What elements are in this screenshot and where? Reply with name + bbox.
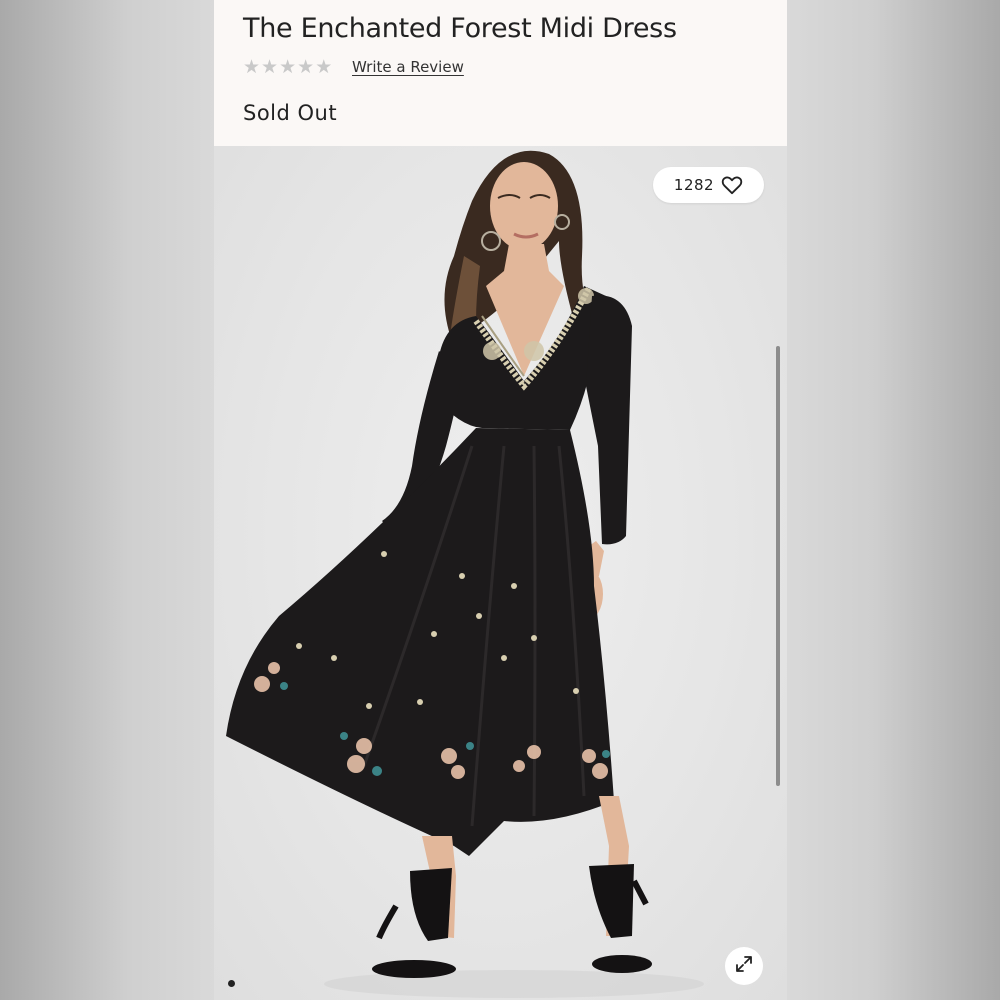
carousel-indicator-dot[interactable] [228,980,235,987]
availability-status: Sold Out [243,101,338,125]
expand-image-button[interactable] [725,947,763,985]
star-icon: ★ [297,56,315,78]
write-review-link[interactable]: Write a Review [352,58,464,76]
product-header: The Enchanted Forest Midi Dress ★ ★ ★ ★ ★ Wr… [214,0,787,146]
product-title: The Enchanted Forest Midi Dress [243,13,677,44]
heart-outline-icon [721,175,743,195]
product-page: The Enchanted Forest Midi Dress ★ ★ ★ ★ ★ Wr… [214,0,787,1000]
scrollbar-thumb[interactable] [776,346,780,786]
star-icon: ★ [243,56,261,78]
star-icon: ★ [261,56,279,78]
expand-arrows-icon [734,954,754,978]
product-photo [226,150,704,998]
product-image-gallery[interactable]: 1282 [214,146,787,1000]
rating-stars: ★ ★ ★ ★ ★ [243,55,332,79]
star-icon: ★ [315,56,333,78]
background-blur-right [787,0,1000,1000]
background-blur-left [0,0,214,1000]
star-icon: ★ [279,56,297,78]
like-count: 1282 [673,176,715,194]
like-button[interactable]: 1282 [653,167,764,203]
